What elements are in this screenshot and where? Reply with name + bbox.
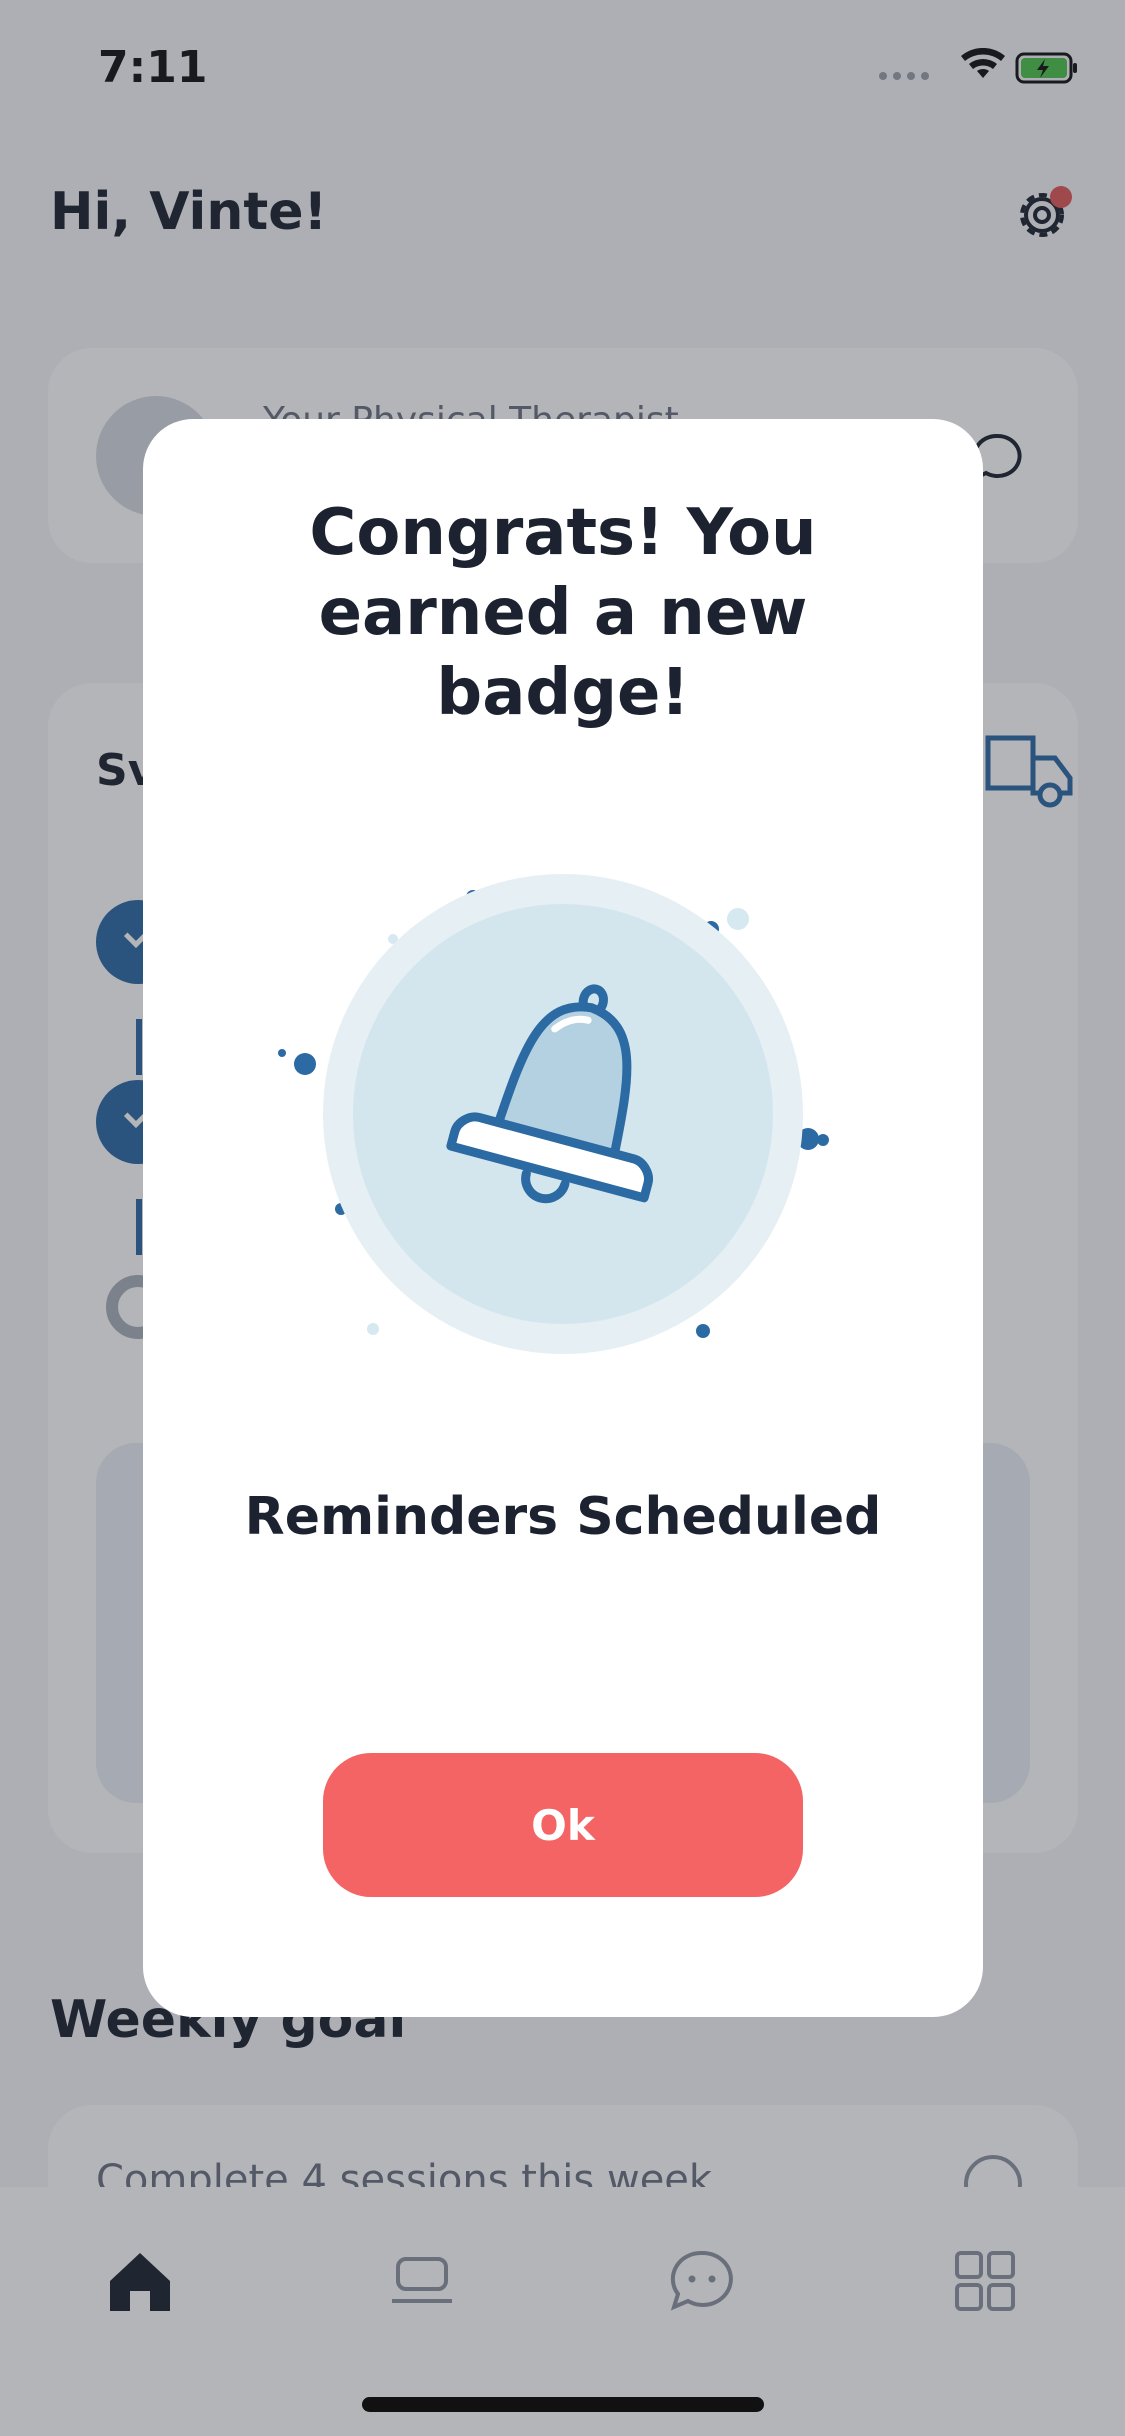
- badge-illustration: [278, 874, 829, 1354]
- modal-title: Congrats! You earned a new badge!: [309, 496, 817, 730]
- badge-modal: Congrats! You earned a new badge! Remind…: [143, 419, 983, 2017]
- home-indicator[interactable]: [362, 2397, 764, 2412]
- badge-name: Reminders Scheduled: [244, 1487, 882, 1547]
- ok-button[interactable]: Ok: [323, 1753, 803, 1897]
